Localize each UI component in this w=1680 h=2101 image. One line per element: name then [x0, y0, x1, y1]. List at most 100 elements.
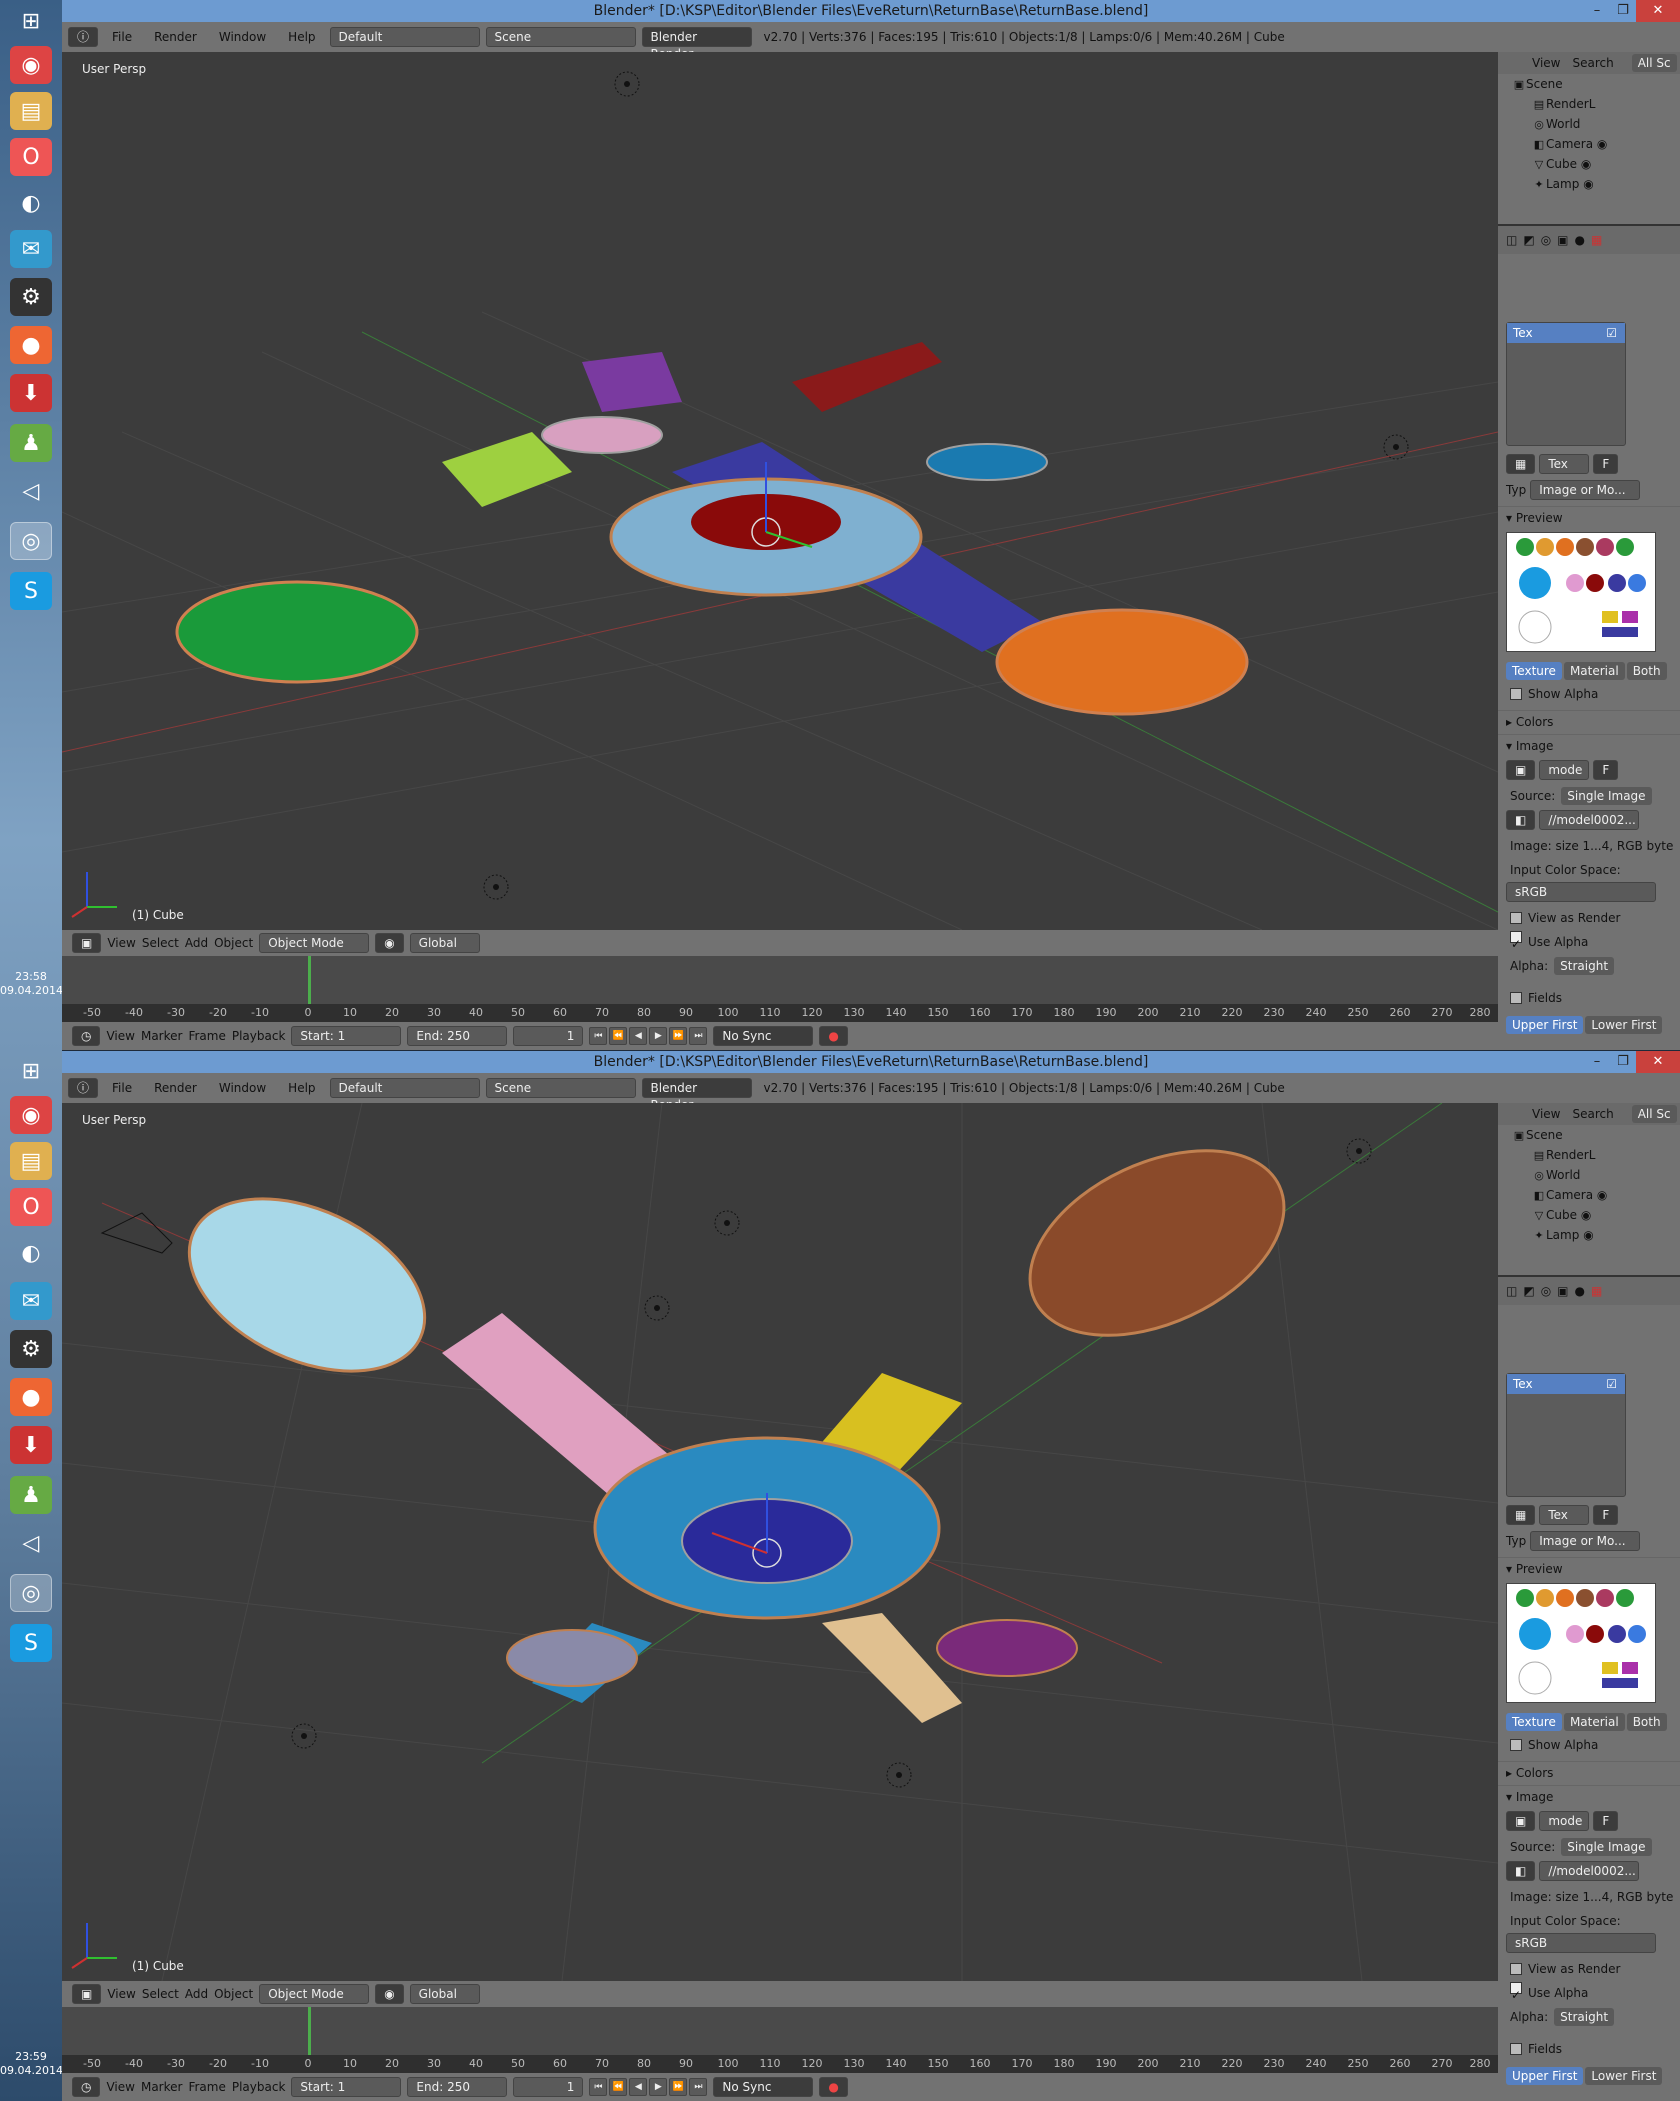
menu-view[interactable]: View: [107, 936, 135, 950]
world-tab-icon[interactable]: ◎: [1541, 233, 1551, 247]
preview-material-button[interactable]: Material: [1563, 662, 1625, 680]
current-frame-field[interactable]: 1: [513, 1026, 584, 1046]
display-mode-select[interactable]: All Sc: [1631, 54, 1677, 72]
view-as-render-row[interactable]: View as Render: [1498, 1957, 1680, 1981]
render-tab-icon[interactable]: ◫: [1506, 1284, 1517, 1298]
jump-end-icon[interactable]: ⏭: [689, 1027, 708, 1045]
current-frame-field[interactable]: 1: [513, 2077, 584, 2097]
texture-slot-list[interactable]: Tex ☑: [1506, 1373, 1626, 1497]
colors-section-header[interactable]: ▸ Colors: [1498, 710, 1680, 732]
display-mode-select[interactable]: All Sc: [1631, 1105, 1677, 1123]
texture-tab-icon[interactable]: ▦: [1591, 233, 1602, 247]
render-tab-icon[interactable]: ◫: [1506, 233, 1517, 247]
image-fake-user-button[interactable]: F: [1593, 1811, 1619, 1831]
record-icon[interactable]: ●: [819, 2077, 848, 2097]
use-alpha-checkbox[interactable]: ✓: [1510, 931, 1522, 951]
texture-type-select[interactable]: Image or Mo...: [1530, 480, 1641, 500]
editor-type-icon[interactable]: ▣: [72, 933, 102, 953]
skype-icon[interactable]: S: [10, 572, 52, 610]
kerbal-icon[interactable]: ♟: [10, 424, 52, 462]
unity-icon[interactable]: ◁: [10, 472, 52, 510]
editor-type-icon[interactable]: ◷: [72, 2077, 101, 2097]
blender-icon[interactable]: ◎: [10, 522, 52, 560]
outliner-item[interactable]: ✦ Lamp ◉: [1498, 1225, 1680, 1245]
editor-type-icon[interactable]: ◷: [72, 1026, 101, 1046]
fake-user-button[interactable]: F: [1593, 1505, 1619, 1525]
menu-select[interactable]: Select: [142, 936, 179, 950]
preview-material-button[interactable]: Material: [1563, 1713, 1625, 1731]
steam-icon[interactable]: ⚙: [10, 1330, 52, 1368]
scene-select[interactable]: Scene: [485, 1078, 636, 1098]
show-alpha-row[interactable]: Show Alpha: [1498, 1733, 1680, 1757]
checkbox-icon[interactable]: ☑: [1606, 1374, 1617, 1394]
visibility-icon[interactable]: ◉: [1583, 1228, 1593, 1242]
menu-frame[interactable]: Frame: [188, 2080, 225, 2094]
menu-file[interactable]: File: [104, 1081, 140, 1095]
outliner-item[interactable]: ◧ Camera ◉: [1498, 134, 1680, 154]
use-alpha-checkbox[interactable]: ✓: [1510, 1982, 1522, 2002]
outliner-item[interactable]: ▤ RenderL: [1498, 94, 1680, 114]
file-explorer-icon[interactable]: ▤: [10, 1142, 52, 1180]
start-frame-field[interactable]: Start: 1: [291, 1026, 402, 1046]
outliner-item[interactable]: ▽ Cube ◉: [1498, 1205, 1680, 1225]
menu-view[interactable]: View: [1532, 56, 1560, 70]
outliner-item[interactable]: ✦ Lamp ◉: [1498, 174, 1680, 194]
menu-window[interactable]: Window: [211, 30, 274, 44]
menu-search[interactable]: Search: [1572, 56, 1613, 70]
file-path-field[interactable]: //model0002...: [1539, 810, 1640, 830]
transform-orientation-select[interactable]: Global: [409, 1984, 480, 2004]
menu-view[interactable]: View: [106, 2080, 134, 2094]
image-fake-user-button[interactable]: F: [1593, 760, 1619, 780]
timeline-area[interactable]: [62, 2007, 1498, 2055]
media-player-icon[interactable]: ◐: [10, 184, 52, 222]
fields-row[interactable]: Fields: [1498, 986, 1680, 1010]
play-reverse-icon[interactable]: ◀: [629, 1027, 648, 1045]
alpha-mode-select[interactable]: Straight: [1554, 2008, 1615, 2026]
visibility-icon[interactable]: ◉: [1581, 157, 1591, 171]
play-reverse-icon[interactable]: ◀: [629, 2078, 648, 2096]
visibility-icon[interactable]: ◉: [1583, 177, 1593, 191]
upper-first-button[interactable]: Upper First: [1506, 1016, 1584, 1034]
view-as-render-row[interactable]: View as Render: [1498, 906, 1680, 930]
use-alpha-row[interactable]: ✓ Use Alpha: [1498, 930, 1680, 954]
minimize-button[interactable]: –: [1584, 0, 1610, 22]
restore-button[interactable]: ❐: [1610, 0, 1636, 22]
menu-help[interactable]: Help: [280, 1081, 323, 1095]
jump-end-icon[interactable]: ⏭: [689, 2078, 708, 2096]
outliner[interactable]: View Search All Sc ▣ Scene ▤ RenderL ◎ Worl…: [1498, 52, 1680, 220]
use-alpha-row[interactable]: ✓ Use Alpha: [1498, 1981, 1680, 2005]
preview-texture-button[interactable]: Texture: [1506, 662, 1562, 680]
messenger-icon[interactable]: ✉: [10, 230, 52, 268]
messenger-icon[interactable]: ✉: [10, 1282, 52, 1320]
preview-texture-button[interactable]: Texture: [1506, 1713, 1562, 1731]
app-icon[interactable]: ●: [10, 1378, 52, 1416]
screen-layout-select[interactable]: Default: [329, 27, 480, 47]
outliner-item[interactable]: ◎ World: [1498, 1165, 1680, 1185]
file-explorer-icon[interactable]: ▤: [10, 92, 52, 130]
color-space-select[interactable]: sRGB: [1506, 1933, 1656, 1953]
texture-slot-item[interactable]: Tex ☑: [1507, 323, 1625, 343]
lower-first-button[interactable]: Lower First: [1585, 1016, 1663, 1034]
material-tab-icon[interactable]: ●: [1575, 233, 1585, 247]
jump-start-icon[interactable]: ⏮: [589, 2078, 608, 2096]
play-icon[interactable]: ▶: [649, 1027, 668, 1045]
jump-start-icon[interactable]: ⏮: [589, 1027, 608, 1045]
outliner-item[interactable]: ▽ Cube ◉: [1498, 154, 1680, 174]
close-button[interactable]: ✕: [1636, 0, 1680, 22]
viewport-shading-icon[interactable]: ◉: [375, 933, 404, 953]
render-engine-select[interactable]: Blender Render: [641, 27, 752, 61]
menu-view[interactable]: View: [106, 1029, 134, 1043]
image-section-header[interactable]: ▾ Image: [1498, 734, 1680, 756]
fields-row[interactable]: Fields: [1498, 2037, 1680, 2061]
preview-both-button[interactable]: Both: [1626, 662, 1667, 680]
show-alpha-checkbox[interactable]: [1510, 1739, 1522, 1751]
menu-marker[interactable]: Marker: [141, 1029, 182, 1043]
prev-keyframe-icon[interactable]: ⏪: [609, 1027, 628, 1045]
menu-object[interactable]: Object: [214, 1987, 253, 2001]
windows-start-icon[interactable]: ⊞: [10, 2, 52, 40]
world-tab-icon[interactable]: ◎: [1541, 1284, 1551, 1298]
viewport-shading-icon[interactable]: ◉: [375, 1984, 404, 2004]
outliner-item[interactable]: ▣ Scene: [1498, 74, 1680, 94]
scene-tab-icon[interactable]: ◩: [1523, 1284, 1534, 1298]
unity-icon[interactable]: ◁: [10, 1524, 52, 1562]
